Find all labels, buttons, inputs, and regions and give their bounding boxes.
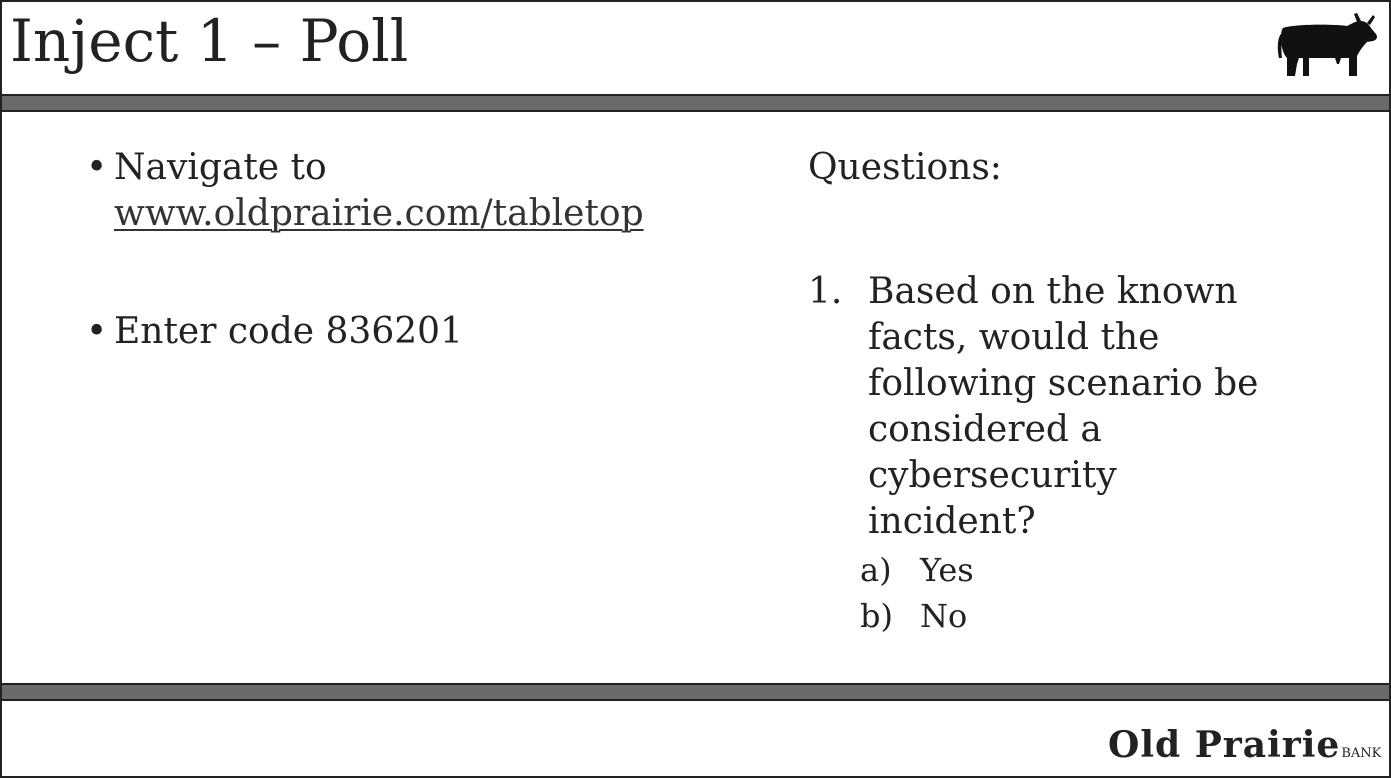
question-number: 1. [808,271,843,312]
instructions-list: Navigate to www.oldprairie.com/tabletop … [86,145,726,355]
option-letter: b) [860,597,893,635]
brand-name: Old Prairie [1108,724,1341,766]
cow-icon [1277,13,1377,76]
footer-divider-bar [2,683,1389,701]
questions-panel: Questions: 1. Based on the known facts, … [808,145,1368,639]
option-no: b) No [860,593,1368,639]
slide: Inject 1 – Poll Navigate to www.oldprair… [0,0,1391,778]
answer-options: a) Yes b) No [860,547,1368,639]
brand-suffix: BANK [1341,746,1382,761]
bank-logo: Old PrairieBANK [1108,724,1381,766]
code-label: Enter code 836201 [114,311,463,352]
code-bullet: Enter code 836201 [86,309,726,355]
tabletop-url-link[interactable]: www.oldprairie.com/tabletop [114,193,644,234]
option-yes: a) Yes [860,547,1368,593]
slide-title: Inject 1 – Poll [10,7,409,75]
header-divider-bar [2,94,1389,112]
option-letter: a) [860,551,892,589]
questions-heading: Questions: [808,147,1002,188]
navigate-label: Navigate to [114,147,327,188]
option-text: Yes [920,551,974,589]
option-text: No [920,597,968,635]
navigate-bullet: Navigate to www.oldprairie.com/tabletop [86,145,726,237]
question-text: Based on the known facts, would the foll… [868,271,1259,542]
question-item: 1. Based on the known facts, would the f… [808,269,1288,545]
